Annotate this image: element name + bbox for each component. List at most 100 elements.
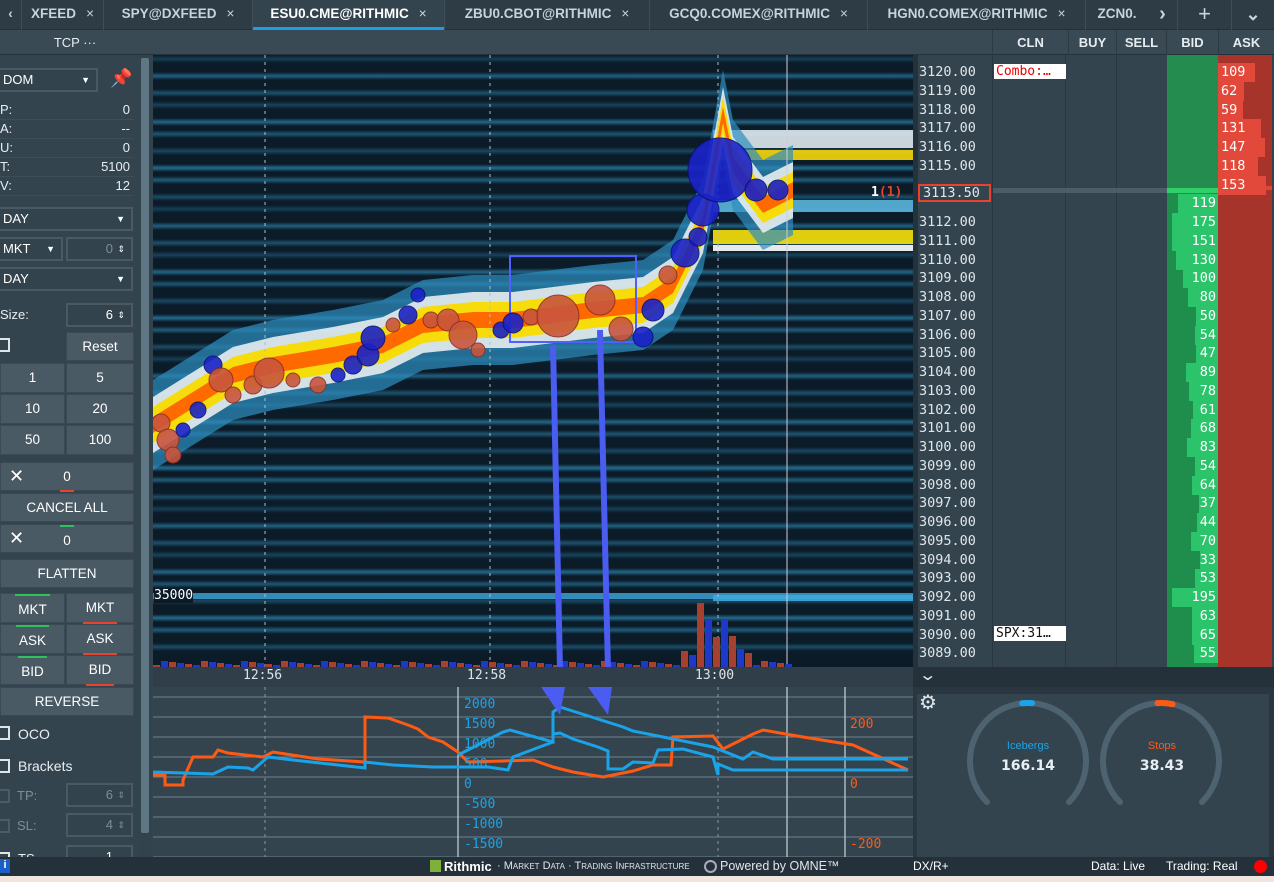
mode-select[interactable]: DOM ▼ — [0, 68, 98, 92]
dom-price[interactable]: 3099.00 — [919, 457, 976, 475]
trade-bubble-buy[interactable] — [189, 401, 207, 419]
dom-price[interactable]: 3107.00 — [919, 307, 976, 325]
bid-size[interactable]: 130 — [1192, 251, 1216, 269]
close-icon[interactable]: × — [86, 6, 94, 21]
trade-bubble-buy[interactable] — [744, 178, 768, 202]
buy-mkt-button[interactable]: MKT — [0, 593, 65, 623]
trade-bubble-sell[interactable] — [253, 357, 285, 389]
dom-header-ask[interactable]: ASK — [1218, 30, 1274, 55]
oco-checkbox[interactable] — [0, 726, 10, 740]
close-icon[interactable]: × — [419, 6, 427, 21]
bid-size[interactable]: 89 — [1200, 363, 1216, 381]
panel-title[interactable]: TCP ··· — [0, 30, 150, 55]
dom-price[interactable]: 3112.00 — [919, 213, 976, 231]
tif2-select[interactable]: DAY ▼ — [0, 267, 133, 291]
trade-bubble-buy[interactable] — [330, 367, 346, 383]
brackets-checkbox[interactable] — [0, 759, 10, 773]
icebergs-stops-chart[interactable]: 2000 1500 1000 500 0 -500 -1000 -1500 200 0 -200 — [152, 687, 913, 858]
heatmap-chart[interactable]: 35000 1(1) — [153, 55, 913, 667]
bid-size[interactable]: 37 — [1200, 494, 1216, 512]
trade-bubble-buy[interactable] — [688, 227, 708, 247]
order-type-select[interactable]: MKT ▼ — [0, 237, 63, 261]
combo-label[interactable]: Combo:… — [994, 64, 1066, 79]
tif-select[interactable]: DAY ▼ — [0, 207, 133, 231]
qty-button[interactable]: 20 — [66, 394, 134, 424]
trade-bubble-buy[interactable] — [767, 179, 789, 201]
bid-size[interactable]: 83 — [1200, 438, 1216, 456]
bid-size[interactable]: 50 — [1200, 307, 1216, 325]
qty-button[interactable]: 10 — [0, 394, 65, 424]
dom-header-cln[interactable]: CLN — [992, 30, 1068, 55]
bid-size[interactable]: 54 — [1200, 457, 1216, 475]
size-stepper[interactable]: 6 ⇕ — [66, 303, 133, 327]
bid-size[interactable]: 151 — [1192, 232, 1216, 250]
panel-scrollbar[interactable] — [141, 58, 149, 833]
trade-bubble-buy[interactable] — [632, 326, 654, 348]
bid-size[interactable]: 33 — [1200, 551, 1216, 569]
bid-size[interactable]: 100 — [1192, 269, 1216, 287]
ask-size[interactable]: 109 — [1221, 63, 1245, 81]
tp-stepper[interactable]: 6 ⇕ — [66, 783, 133, 807]
dom-price[interactable]: 3093.00 — [919, 569, 976, 587]
dom-price[interactable]: 3091.00 — [919, 607, 976, 625]
tab-xfeed[interactable]: XFEED × — [22, 0, 104, 30]
cancel-buys-button[interactable]: ✕ 0 — [0, 524, 134, 553]
flatten-button[interactable]: FLATTEN — [0, 559, 134, 588]
trade-bubble-sell[interactable] — [285, 372, 301, 388]
bid-size[interactable]: 55 — [1200, 644, 1216, 662]
trade-bubble-sell[interactable] — [470, 342, 486, 358]
bid-size[interactable]: 53 — [1200, 569, 1216, 587]
trade-bubble-buy[interactable] — [360, 325, 386, 351]
bid-size[interactable]: 64 — [1200, 476, 1216, 494]
dom-price[interactable]: 3106.00 — [919, 326, 976, 344]
dom-price[interactable]: 3116.00 — [919, 138, 976, 156]
tab-menu-button[interactable]: ⌄ — [1232, 0, 1274, 30]
trade-bubble-buy[interactable] — [175, 422, 191, 438]
dom-price[interactable]: 3108.00 — [919, 288, 976, 306]
qty-button[interactable]: 50 — [0, 425, 65, 455]
dom-price[interactable]: 3115.00 — [919, 157, 976, 175]
dom-price[interactable]: 3102.00 — [919, 401, 976, 419]
dom-price[interactable]: 3089.00 — [919, 644, 976, 662]
close-icon[interactable]: × — [227, 6, 235, 21]
dom-price[interactable]: 3098.00 — [919, 476, 976, 494]
stepper-icon[interactable]: ⇕ — [117, 239, 125, 259]
sl-stepper[interactable]: 4 ⇕ — [66, 813, 133, 837]
price-stepper[interactable]: 0 ⇕ — [66, 237, 133, 261]
reset-button[interactable]: Reset — [66, 332, 134, 361]
dom-price[interactable]: 3090.00 — [919, 626, 976, 644]
cancel-sells-button[interactable]: ✕ 0 — [0, 462, 134, 492]
stepper-icon[interactable]: ⇕ — [117, 815, 125, 835]
dom-price[interactable]: 3109.00 — [919, 269, 976, 287]
dom-price[interactable]: 3094.00 — [919, 551, 976, 569]
sl-checkbox[interactable] — [0, 819, 10, 833]
dom-price[interactable]: 3119.00 — [919, 82, 976, 100]
buy-bid-button[interactable]: BID — [0, 655, 65, 685]
dom-price[interactable]: 3092.00 — [919, 588, 976, 606]
dom-price[interactable]: 3100.00 — [919, 438, 976, 456]
trade-bubble-buy[interactable] — [502, 312, 524, 334]
tab-zbu0[interactable]: ZBU0.CBOT@RITHMIC × — [445, 0, 650, 30]
bid-size[interactable]: 47 — [1200, 344, 1216, 362]
close-icon[interactable]: × — [621, 6, 629, 21]
bid-size[interactable]: 61 — [1200, 401, 1216, 419]
trade-bubble-sell[interactable] — [385, 317, 401, 333]
close-icon[interactable]: × — [840, 6, 848, 21]
dom-price[interactable]: 3097.00 — [919, 494, 976, 512]
pin-icon[interactable]: 📌 — [110, 68, 132, 89]
ask-size[interactable]: 147 — [1221, 138, 1245, 156]
ask-size[interactable]: 59 — [1221, 101, 1237, 119]
sell-ask-button[interactable]: ASK — [66, 624, 134, 655]
dom-price[interactable]: 3120.00 — [919, 63, 976, 81]
dom-header-bid[interactable]: BID — [1166, 30, 1218, 55]
dom-price[interactable]: 3105.00 — [919, 344, 976, 362]
sell-mkt-button[interactable]: MKT — [66, 593, 134, 624]
bid-size[interactable]: 78 — [1200, 382, 1216, 400]
bid-size[interactable]: 63 — [1200, 607, 1216, 625]
qty-button[interactable]: 100 — [66, 425, 134, 455]
bid-size[interactable]: 195 — [1192, 588, 1216, 606]
tab-esu0[interactable]: ESU0.CME@RITHMIC × — [253, 0, 445, 30]
bid-size[interactable]: 175 — [1192, 213, 1216, 231]
dom-price[interactable]: 3103.00 — [919, 382, 976, 400]
bid-size[interactable]: 44 — [1200, 513, 1216, 531]
